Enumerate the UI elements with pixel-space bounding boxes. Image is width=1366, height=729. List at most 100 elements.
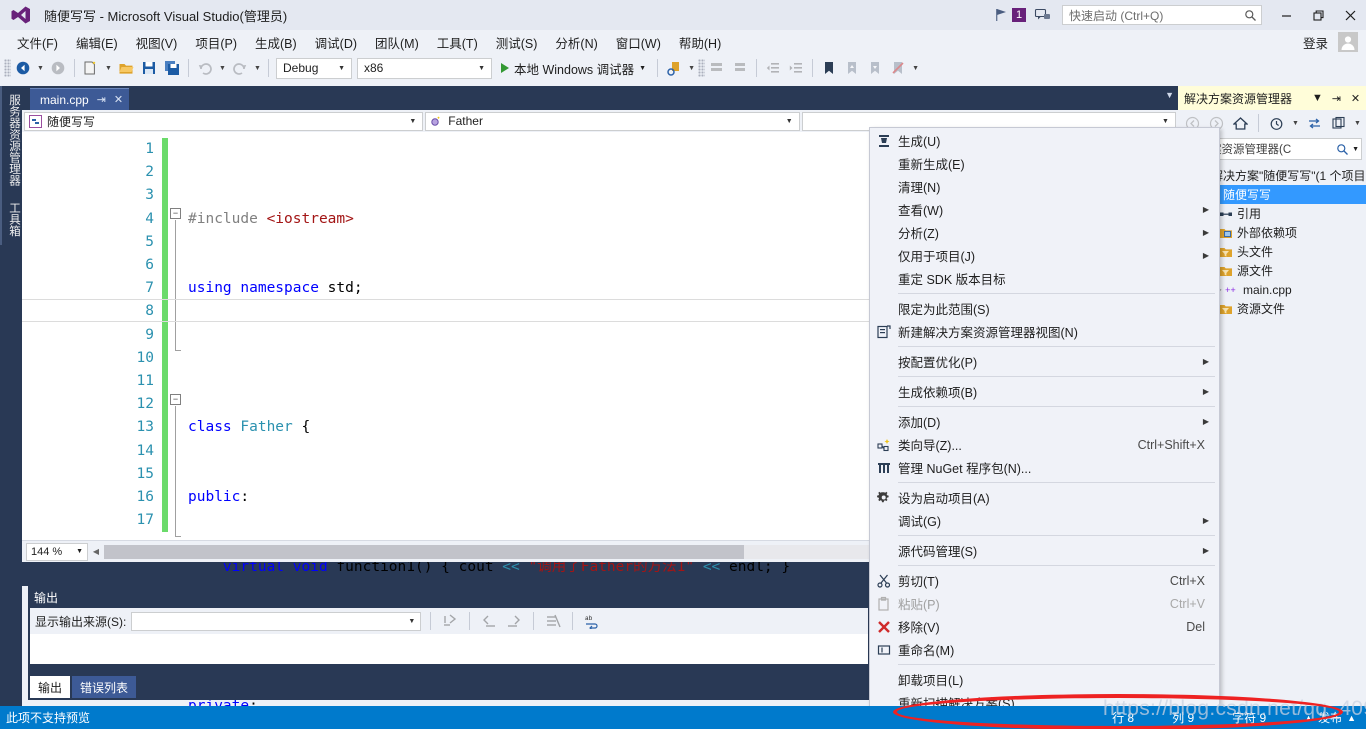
toolbar-grip[interactable]: [4, 59, 11, 77]
toggle-word-wrap-icon[interactable]: ab: [582, 611, 602, 631]
menu-build[interactable]: 生成(B): [246, 30, 306, 55]
toolbar-overflow-chevron[interactable]: ▼: [910, 57, 921, 79]
bookmark-icon[interactable]: [818, 57, 840, 79]
context-menu-item-unload-project[interactable]: 卸载项目(L): [870, 668, 1219, 691]
clear-all-icon[interactable]: [543, 611, 563, 631]
context-menu-item-class-wizard[interactable]: 类向导(Z)... Ctrl+Shift+X: [870, 433, 1219, 456]
context-menu-item-view[interactable]: 查看(W) ▶: [870, 198, 1219, 221]
navigate-forward-icon[interactable]: [47, 57, 69, 79]
notification-count-badge[interactable]: 1: [1012, 8, 1026, 22]
signin-link[interactable]: 登录: [1303, 33, 1328, 52]
context-menu-item-build-dependencies[interactable]: 生成依赖项(B) ▶: [870, 380, 1219, 403]
context-menu-item-manage-nuget[interactable]: 管理 NuGet 程序包(N)...: [870, 456, 1219, 479]
context-menu-item-debug[interactable]: 调试(G) ▶: [870, 509, 1219, 532]
pending-changes-dropdown[interactable]: ▼: [1290, 112, 1301, 134]
undo-dropdown[interactable]: ▼: [217, 57, 228, 79]
minimize-button[interactable]: [1270, 2, 1302, 28]
show-all-files-icon[interactable]: [1328, 113, 1349, 134]
decrease-indent-icon[interactable]: [762, 57, 784, 79]
menu-view[interactable]: 视图(V): [127, 30, 187, 55]
go-to-previous-message-icon[interactable]: [479, 611, 499, 631]
close-button[interactable]: [1334, 2, 1366, 28]
context-menu-item-source-control[interactable]: 源代码管理(S) ▶: [870, 539, 1219, 562]
restore-button[interactable]: [1302, 2, 1334, 28]
pin-icon[interactable]: ⇥: [1330, 92, 1343, 105]
solution-platform-combo[interactable]: x86 ▼: [357, 57, 492, 79]
close-icon[interactable]: ✕: [114, 93, 123, 106]
menu-edit[interactable]: 编辑(E): [67, 30, 127, 55]
comment-selection-icon[interactable]: [706, 57, 728, 79]
uncomment-selection-icon[interactable]: [729, 57, 751, 79]
scroll-left-arrow-icon[interactable]: ◀: [88, 544, 104, 560]
new-project-icon[interactable]: [80, 57, 102, 79]
context-menu-item-scope-to-this[interactable]: 限定为此范围(S): [870, 297, 1219, 320]
tab-error-list[interactable]: 错误列表: [72, 676, 137, 698]
context-menu-item-retarget-sdk[interactable]: 重定 SDK 版本目标: [870, 267, 1219, 290]
go-to-next-message-icon[interactable]: [504, 611, 524, 631]
clear-bookmarks-icon[interactable]: [887, 57, 909, 79]
menu-tools[interactable]: 工具(T): [428, 30, 487, 55]
context-menu-item-build[interactable]: 生成(U): [870, 129, 1219, 152]
find-message-icon[interactable]: [440, 611, 460, 631]
search-icon[interactable]: [1336, 143, 1349, 156]
navigation-project-combo[interactable]: 随便写写 ▼: [24, 111, 424, 131]
solution-toolbar-overflow[interactable]: ▼: [1352, 112, 1363, 134]
context-menu-item-project-only[interactable]: 仅用于项目(J) ▶: [870, 244, 1219, 267]
increase-indent-icon[interactable]: [785, 57, 807, 79]
attach-dropdown[interactable]: ▼: [686, 57, 697, 79]
previous-bookmark-icon[interactable]: [841, 57, 863, 79]
menu-team[interactable]: 团队(M): [366, 30, 428, 55]
new-project-dropdown[interactable]: ▼: [103, 57, 114, 79]
pane-menu-chevron-icon[interactable]: ▼: [1311, 92, 1324, 104]
sync-with-active-document-icon[interactable]: [1304, 113, 1325, 134]
chevron-down-icon[interactable]: ▼: [639, 65, 646, 72]
menu-window[interactable]: 窗口(W): [607, 30, 670, 55]
notification-flag-icon[interactable]: [992, 6, 1010, 24]
menu-file[interactable]: 文件(F): [8, 30, 67, 55]
project-context-menu[interactable]: 生成(U) 重新生成(E) 清理(N) 查看(W) ▶ 分析(Z) ▶ 仅用于项…: [869, 127, 1220, 729]
tab-overflow-chevron-icon[interactable]: ▼: [1165, 90, 1174, 100]
menu-project[interactable]: 项目(P): [186, 30, 246, 55]
redo-dropdown[interactable]: ▼: [252, 57, 263, 79]
tab-output[interactable]: 输出: [30, 676, 71, 698]
search-options-chevron-icon[interactable]: ▼: [1349, 146, 1359, 153]
solution-configuration-combo[interactable]: Debug ▼: [276, 57, 352, 79]
context-menu-item-cut[interactable]: 剪切(T) Ctrl+X: [870, 569, 1219, 592]
fold-toggle-main[interactable]: −: [170, 394, 181, 405]
account-avatar-icon[interactable]: [1338, 32, 1358, 52]
fold-toggle-class[interactable]: −: [170, 208, 181, 219]
output-source-combo[interactable]: ▼: [131, 611, 422, 631]
context-menu-item-rebuild[interactable]: 重新生成(E): [870, 152, 1219, 175]
close-icon[interactable]: ✕: [1349, 92, 1362, 105]
menu-test[interactable]: 测试(S): [487, 30, 547, 55]
undo-icon[interactable]: [194, 57, 216, 79]
redo-icon[interactable]: [229, 57, 251, 79]
quick-launch-input[interactable]: 快速启动 (Ctrl+Q): [1062, 5, 1262, 25]
start-debugging-button[interactable]: 本地 Windows 调试器 ▼: [495, 57, 652, 79]
pin-icon[interactable]: ⇥: [97, 93, 106, 106]
next-bookmark-icon[interactable]: [864, 57, 886, 79]
navigate-backward-icon[interactable]: [12, 57, 34, 79]
tab-main-cpp[interactable]: main.cpp ⇥ ✕: [30, 88, 130, 110]
navigation-scope-combo[interactable]: Father ▼: [425, 111, 800, 131]
menu-help[interactable]: 帮助(H): [670, 30, 730, 55]
pending-changes-icon[interactable]: [1266, 113, 1287, 134]
context-menu-item-set-as-startup-project[interactable]: 设为启动项目(A): [870, 486, 1219, 509]
output-text-area[interactable]: [30, 634, 868, 664]
zoom-level-combo[interactable]: 144 % ▼: [26, 542, 88, 561]
context-menu-item-new-solution-explorer-view[interactable]: 新建解决方案资源管理器视图(N): [870, 320, 1219, 343]
menu-debug[interactable]: 调试(D): [306, 30, 366, 55]
context-menu-item-remove[interactable]: 移除(V) Del: [870, 615, 1219, 638]
context-menu-item-analyze[interactable]: 分析(Z) ▶: [870, 221, 1219, 244]
save-icon[interactable]: [138, 57, 160, 79]
context-menu-item-rename[interactable]: 重命名(M): [870, 638, 1219, 661]
context-menu-item-add[interactable]: 添加(D) ▶: [870, 410, 1219, 433]
open-file-icon[interactable]: [115, 57, 137, 79]
context-menu-item-profile-guided-optimization[interactable]: 按配置优化(P) ▶: [870, 350, 1219, 373]
send-feedback-icon[interactable]: [1034, 6, 1052, 24]
attach-process-icon[interactable]: [663, 57, 685, 79]
horizontal-scrollbar-thumb[interactable]: [104, 544, 744, 559]
home-icon[interactable]: [1230, 113, 1251, 134]
toolbar-grip-2[interactable]: [698, 59, 706, 77]
save-all-icon[interactable]: [161, 57, 183, 79]
